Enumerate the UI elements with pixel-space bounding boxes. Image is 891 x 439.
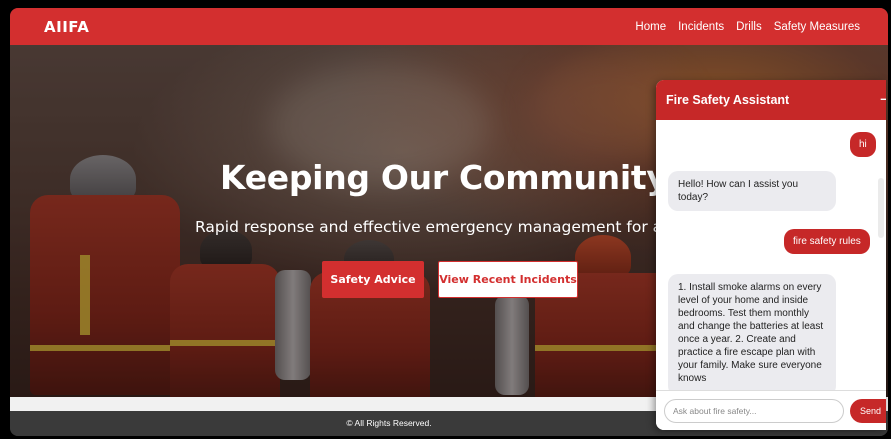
chat-title: Fire Safety Assistant [666, 93, 790, 107]
chat-message-input[interactable] [664, 399, 844, 423]
chat-widget: Fire Safety Assistant – hi Hello! How ca… [656, 80, 886, 430]
user-message: hi [850, 132, 876, 157]
chat-input-row: Send [656, 390, 886, 430]
nav-link-home[interactable]: Home [635, 21, 666, 33]
send-button[interactable]: Send [850, 399, 886, 423]
footer-copyright: © All Rights Reserved. [346, 418, 432, 428]
nav-link-safety-measures[interactable]: Safety Measures [774, 21, 860, 33]
navbar: AIIFA Home Incidents Drills Safety Measu… [10, 8, 888, 45]
user-message: fire safety rules [784, 229, 870, 254]
chat-messages[interactable]: hi Hello! How can I assist you today? fi… [656, 120, 886, 390]
minimize-icon[interactable]: – [880, 90, 886, 106]
nav-links: Home Incidents Drills Safety Measures [635, 8, 860, 45]
bot-message: 1. Install smoke alarms on every level o… [668, 274, 836, 390]
nav-link-drills[interactable]: Drills [736, 21, 762, 33]
chat-header: Fire Safety Assistant – [656, 80, 886, 120]
bot-message: Hello! How can I assist you today? [668, 171, 836, 211]
safety-advice-button[interactable]: Safety Advice [322, 261, 424, 298]
chat-scrollbar[interactable] [878, 178, 884, 238]
brand-logo[interactable]: AIIFA [44, 18, 89, 36]
view-recent-incidents-button[interactable]: View Recent Incidents [438, 261, 578, 298]
nav-link-incidents[interactable]: Incidents [678, 21, 724, 33]
hero-subtitle: Rapid response and effective emergency m… [195, 218, 699, 236]
